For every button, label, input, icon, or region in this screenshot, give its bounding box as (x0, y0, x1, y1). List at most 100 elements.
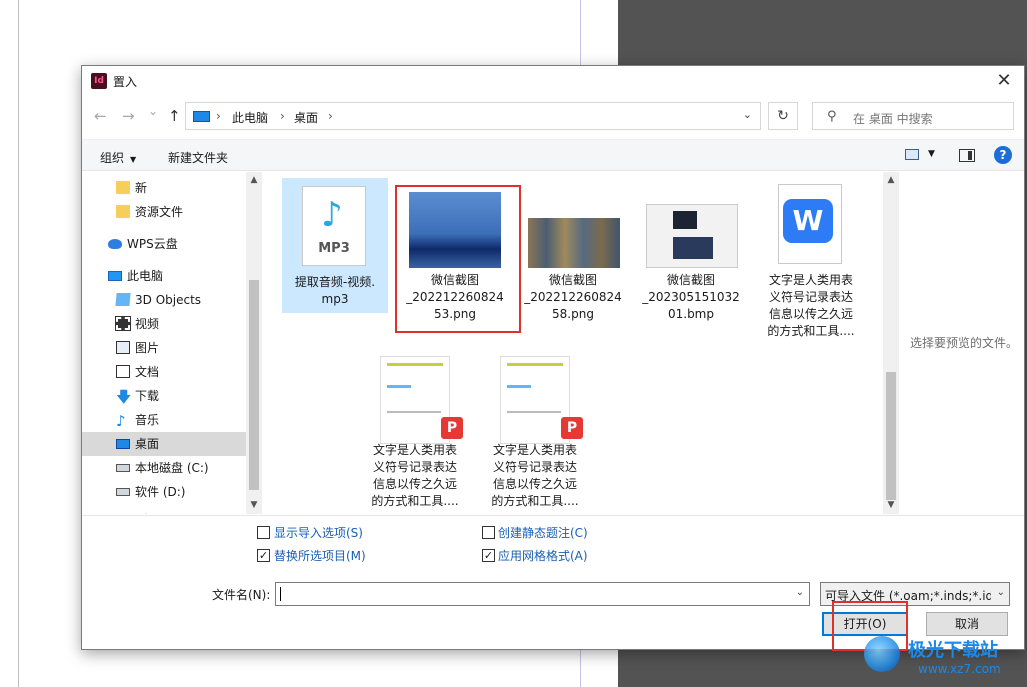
watermark-text: 极光下载站 (908, 640, 998, 661)
back-arrow-icon[interactable]: ← (94, 107, 107, 125)
command-toolbar: 组织 ▼ 新建文件夹 ▼ ? (82, 139, 1024, 171)
sidebar-item-label: 此电脑 (127, 269, 164, 283)
scroll-down-icon[interactable]: ▼ (883, 500, 899, 510)
file-item-pdf-2[interactable]: P 文字是人类用表 义符号记录表达 信息以传之久远 的方式和工具.... (482, 348, 588, 514)
file-type-chevron-icon: ⌄ (996, 587, 1005, 598)
file-list-scrollbar[interactable]: ▲ ▼ (883, 172, 899, 514)
sidebar-scroll-thumb[interactable] (249, 280, 259, 490)
sidebar-item-network[interactable]: 网络 (82, 508, 246, 514)
close-button[interactable]: ✕ (990, 69, 1018, 93)
recent-locations-chevron-icon[interactable]: ⌄ (148, 104, 158, 118)
sidebar-item-drive-d[interactable]: 软件 (D:) (82, 480, 246, 504)
refresh-button[interactable]: ↻ (768, 102, 798, 130)
thumbnail-highlight-bar (387, 363, 443, 366)
file-item-mp3[interactable]: ♪ MP3 提取音频-视频. mp3 (282, 178, 388, 313)
cancel-button[interactable]: 取消 (926, 612, 1008, 636)
show-import-options-label[interactable]: 显示导入选项(S) (274, 524, 363, 541)
sidebar-item-this-pc[interactable]: 此电脑 (82, 264, 246, 288)
sidebar-item-label: WPS云盘 (127, 237, 178, 251)
create-static-caption-label[interactable]: 创建静态题注(C) (498, 524, 588, 541)
sidebar-item-music[interactable]: ♪ 音乐 (82, 408, 246, 432)
filename-input[interactable]: ⌄ (275, 582, 810, 606)
thumbnail-text-line (387, 411, 441, 413)
caret-down-icon: ▼ (130, 155, 137, 164)
sidebar-item-label: 3D Objects (135, 293, 202, 307)
sidebar-item-label: 资源文件 (135, 205, 184, 219)
file-item-png-58[interactable]: 微信截图 _202212260824 58.png (520, 178, 626, 321)
file-name-line: 文字是人类用表 (492, 443, 577, 457)
change-view-icon[interactable] (905, 149, 919, 160)
sidebar-item-label: 图片 (135, 341, 160, 355)
breadcrumb-desktop[interactable]: 桌面 (294, 109, 318, 126)
preview-pane: 选择要预览的文件。 (902, 172, 1024, 514)
new-folder-button[interactable]: 新建文件夹 (168, 149, 228, 166)
thumbnail-heading-bar (507, 385, 531, 388)
replace-selected-checkbox[interactable]: ✓ (257, 549, 270, 562)
file-name-line: 信息以传之久远 (492, 477, 577, 491)
sidebar-item-wps-cloud[interactable]: WPS云盘 (82, 232, 246, 256)
scroll-up-icon[interactable]: ▲ (883, 175, 899, 185)
pdf-badge-icon: P (561, 417, 583, 439)
file-name-line: 文字是人类用表 (768, 273, 853, 287)
file-name-line: _202305151032 (642, 290, 740, 304)
sidebar-item-label: 下载 (135, 389, 160, 403)
scroll-up-icon[interactable]: ▲ (246, 175, 262, 185)
organize-menu-button[interactable]: 组织 ▼ (100, 149, 136, 166)
navigation-pane: 新 资源文件 WPS云盘 此电脑 3D Objects 视频 图片 文档 🡇 下… (82, 172, 262, 514)
file-name: 文字是人类用表 义符号记录表达 信息以传之久远 的方式和工具.... (362, 442, 468, 510)
sidebar-scrollbar[interactable]: ▲ ▼ (246, 172, 262, 514)
file-name-line: 的方式和工具.... (491, 494, 579, 508)
sidebar-item-documents[interactable]: 文档 (82, 360, 246, 384)
sidebar-item-resources[interactable]: 资源文件 (82, 200, 246, 224)
sidebar-item-label: 音乐 (135, 413, 160, 427)
file-name-line: 义符号记录表达 (492, 460, 577, 474)
file-name-line: 信息以传之久远 (372, 477, 457, 491)
sidebar-item-desktop[interactable]: 桌面 (82, 432, 246, 456)
breadcrumb-this-pc[interactable]: 此电脑 (232, 109, 268, 126)
create-static-caption-checkbox[interactable] (482, 526, 495, 539)
apply-grid-format-label[interactable]: 应用网格格式(A) (498, 547, 588, 564)
video-icon (115, 316, 131, 331)
filename-label: 文件名(N): (212, 588, 271, 602)
replace-selected-label[interactable]: 替换所选项目(M) (274, 547, 366, 564)
show-import-options-checkbox[interactable] (257, 526, 270, 539)
address-bar[interactable]: › 此电脑 › 桌面 › ⌄ (185, 102, 761, 130)
search-placeholder: 在 桌面 中搜索 (853, 112, 933, 126)
bmp-image-thumbnail (646, 204, 738, 268)
address-dropdown-chevron-icon[interactable]: ⌄ (743, 108, 752, 121)
sidebar-item-label: 新 (135, 181, 148, 195)
apply-grid-format-checkbox[interactable]: ✓ (482, 549, 495, 562)
file-item-wps-doc[interactable]: W 文字是人类用表 义符号记录表达 信息以传之久远 的方式和工具.... (758, 178, 864, 348)
sidebar-item-downloads[interactable]: 🡇 下载 (82, 384, 246, 408)
pdf-badge-icon: P (441, 417, 463, 439)
view-caret-down-icon[interactable]: ▼ (928, 149, 935, 159)
sidebar-item-label: 视频 (135, 317, 160, 331)
scroll-down-icon[interactable]: ▼ (246, 500, 262, 510)
highlight-box-selected-image (395, 185, 521, 333)
sidebar-item-label: 网络 (127, 508, 151, 514)
file-list-scroll-thumb[interactable] (886, 372, 896, 500)
sidebar-item-videos[interactable]: 视频 (82, 312, 246, 336)
up-arrow-icon[interactable]: ↑ (168, 107, 181, 125)
watermark-url: www.xz7.com (918, 662, 1001, 676)
file-item-pdf-1[interactable]: P 文字是人类用表 义符号记录表达 信息以传之久远 的方式和工具.... (362, 348, 468, 514)
help-icon[interactable]: ? (994, 146, 1012, 164)
thumbnail-preview-block (673, 211, 697, 229)
dialog-titlebar: Id 置入 ✕ (82, 66, 1024, 96)
filename-dropdown-chevron-icon[interactable]: ⌄ (796, 587, 804, 598)
forward-arrow-icon[interactable]: → (122, 107, 135, 125)
sidebar-item-pictures[interactable]: 图片 (82, 336, 246, 360)
file-name-line: 微信截图 (548, 273, 597, 287)
file-item-bmp[interactable]: 微信截图 _202305151032 01.bmp (638, 178, 744, 321)
sidebar-item-3d-objects[interactable]: 3D Objects (82, 288, 246, 312)
wps-document-icon: W (778, 184, 842, 264)
watermark-logo-icon (864, 636, 900, 672)
file-name-line: 的方式和工具.... (371, 494, 459, 508)
preview-pane-icon[interactable] (959, 149, 975, 162)
sidebar-item-drive-c[interactable]: 本地磁盘 (C:) (82, 456, 246, 480)
search-input[interactable]: ⚲ 在 桌面 中搜索 (812, 102, 1014, 130)
collage-image-thumbnail (528, 218, 620, 268)
thumbnail-heading-bar (387, 385, 411, 388)
sidebar-item-xin[interactable]: 新 (82, 176, 246, 200)
drive-icon (116, 488, 130, 496)
